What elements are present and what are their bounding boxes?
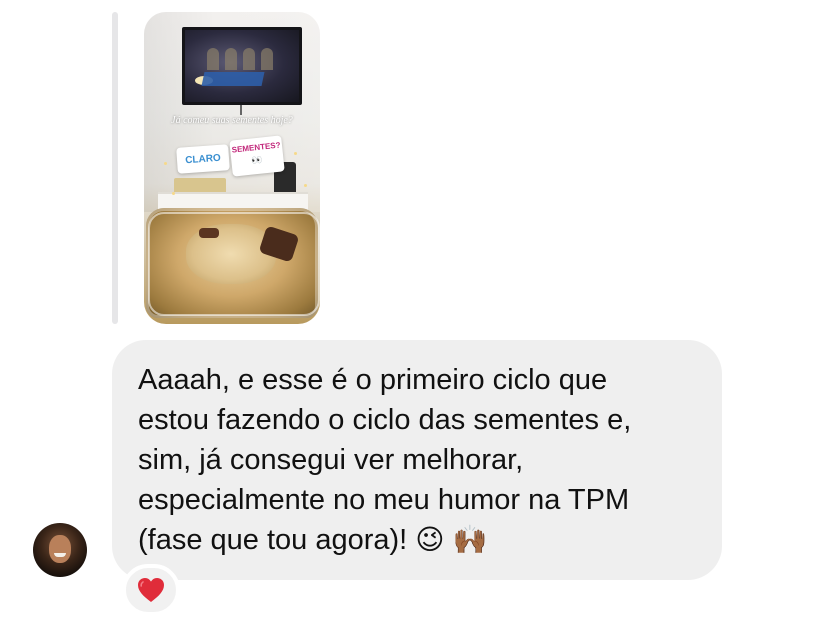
avatar[interactable] <box>33 523 87 577</box>
message-line-text: (fase que tou agora)! <box>138 524 408 556</box>
story-reply-indicator <box>112 12 118 324</box>
message-line: sim, já consegui ver melhorar, <box>138 444 524 476</box>
story-poll: CLARO SEMENTES? 👀 <box>176 135 287 177</box>
eyes-icon: 👀 <box>250 154 265 166</box>
reaction-badge[interactable] <box>122 564 180 616</box>
chat-thread: Já comeu suas sementes hoje? CLARO SEMEN… <box>0 0 828 636</box>
poll-option-claro: CLARO <box>176 144 230 174</box>
red-heart-icon <box>138 578 164 602</box>
message-line: Aaaah, e esse é o primeiro ciclo que <box>138 364 608 396</box>
story-question-text: Já comeu suas sementes hoje? <box>171 115 293 126</box>
message-line: especialmente no meu humor na TPM <box>138 484 630 516</box>
winking-face-icon: 😉 <box>415 523 445 556</box>
raising-hands-icon: 🙌🏾 <box>452 523 488 556</box>
sparkle-icon <box>164 162 167 165</box>
message-line: estou fazendo o ciclo das sementes e, <box>138 404 632 436</box>
poll-option-sementes: SEMENTES? 👀 <box>229 135 285 177</box>
sparkle-icon <box>294 152 297 155</box>
story-reply-thumbnail[interactable]: Já comeu suas sementes hoje? CLARO SEMEN… <box>144 12 320 324</box>
sparkle-icon <box>172 192 175 195</box>
tv-image <box>182 27 302 105</box>
message-text: Aaaah, e esse é o primeiro ciclo que est… <box>138 360 708 560</box>
sparkle-icon <box>304 184 307 187</box>
message-line: (fase que tou agora)! 😉 🙌🏾 <box>138 520 708 560</box>
